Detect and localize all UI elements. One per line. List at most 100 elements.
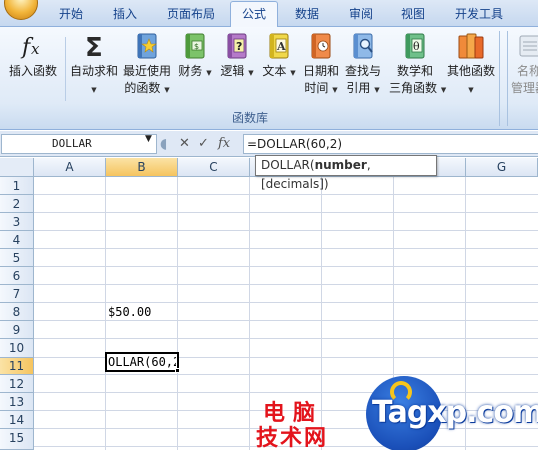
watermark-text-line2: 技术网 [256,426,329,450]
row-header-12[interactable]: 12 [0,375,34,393]
svg-text:$: $ [194,42,199,51]
tooltip-function-name[interactable]: DOLLAR( [261,158,315,172]
svg-text:A: A [276,40,286,53]
dropdown-arrow-icon: ▼ [290,69,296,77]
column-header-a[interactable]: A [34,158,106,177]
book-star-icon [137,33,157,59]
book-theta-icon: θ [405,33,425,59]
active-cell-b11[interactable]: OLLAR(60,2 [105,352,179,372]
math-trig-label-1: 数学和 [396,64,433,78]
dropdown-arrow-icon: ▼ [206,69,212,77]
name-manager-label-2: 管理器 [510,81,538,95]
tab-data[interactable]: 数据 [286,3,328,27]
text-functions-button[interactable]: A 文本 ▼ [260,31,298,82]
gridline [34,194,538,195]
sigma-icon: Σ [85,33,103,61]
gridline [34,392,538,393]
watermark-domain: Tagxp.com [372,395,538,430]
fill-handle[interactable] [175,368,180,373]
more-functions-label: 其他函数 [446,64,495,78]
office-button[interactable] [4,0,38,20]
tab-view[interactable]: 视图 [392,3,434,27]
fx-icon: f x [20,35,40,60]
tab-formulas[interactable]: 公式 [230,1,278,28]
dropdown-arrow-icon: ▼ [91,86,97,94]
tab-developer[interactable]: 开发工具 [446,3,512,27]
dropdown-arrow-icon: ▼ [374,86,380,94]
ribbon-formulas-panel: f x 插入函数 Σ 自动求和 ▼ 最近使用 的函数 ▼ $ 财务 ▼ ? 逻辑… [0,27,538,130]
row-header-5[interactable]: 5 [0,249,34,267]
row-header-3[interactable]: 3 [0,213,34,231]
row-header-8[interactable]: 8 [0,303,34,321]
book-magnifier-icon [353,33,373,59]
financial-button[interactable]: $ 财务 ▼ [176,31,214,82]
gridline [34,248,538,249]
name-box-dropdown-icon[interactable]: ▼ [145,134,152,144]
resize-grip-icon: ◖ [160,136,168,152]
tab-insert[interactable]: 插入 [104,3,146,27]
row-header-2[interactable]: 2 [0,195,34,213]
logical-label: 逻辑 [220,64,245,78]
svg-text:θ: θ [413,40,420,53]
row-header-14[interactable]: 14 [0,411,34,429]
select-all-corner[interactable] [0,158,34,177]
column-header-c[interactable]: C [178,158,250,177]
formula-input[interactable]: =DOLLAR(60,2) [243,134,538,154]
math-trig-button[interactable]: θ 数学和 三角函数 ▼ [389,31,446,99]
function-library-group-label: 函数库 [231,111,268,125]
text-functions-label: 文本 [262,64,287,78]
insert-function-label: 插入函数 [8,64,57,78]
recently-used-button[interactable]: 最近使用 的函数 ▼ [121,31,173,99]
more-functions-button[interactable]: 其他函数 ▼ [445,31,497,99]
column-header-b[interactable]: B [106,158,178,177]
gridline [34,338,538,339]
row-header-1[interactable]: 1 [0,177,34,195]
row-header-11[interactable]: 11 [0,358,34,375]
cancel-entry-icon[interactable]: ✕ [179,134,190,154]
row-header-6[interactable]: 6 [0,267,34,285]
row-header-13[interactable]: 13 [0,393,34,411]
cell-b8[interactable]: $50.00 [108,303,178,321]
name-manager-button[interactable]: 名称 管理器 [509,31,538,97]
formula-tools: ◖ ✕ ✓ fx [160,134,242,154]
logical-button[interactable]: ? 逻辑 ▼ [218,31,256,82]
tab-review[interactable]: 审阅 [340,3,382,27]
insert-function-button[interactable]: f x 插入函数 [3,31,63,80]
financial-label: 财务 [178,64,203,78]
lookup-reference-label-2: 引用 [346,81,371,95]
column-header-g[interactable]: G [466,158,538,177]
date-time-button[interactable]: 日期和 时间 ▼ [301,31,341,99]
gridline [34,284,538,285]
row-header-9[interactable]: 9 [0,321,34,339]
name-manager-label-1: 名称 [516,64,538,78]
function-argument-tooltip: DOLLAR(number, [decimals]) [255,155,437,191]
gridline [249,177,250,450]
book-clock-icon [311,33,331,59]
gridline [34,230,538,231]
row-header-15[interactable]: 15 [0,429,34,450]
enter-entry-icon[interactable]: ✓ [198,134,209,154]
autosum-button[interactable]: Σ 自动求和 ▼ [68,31,120,99]
name-manager-icon [519,35,538,57]
insert-function-fx-icon[interactable]: fx [218,134,230,154]
ribbon-divider [65,37,66,101]
dropdown-arrow-icon: ▼ [164,86,170,94]
math-trig-label-2: 三角函数 [389,81,438,95]
name-box[interactable]: DOLLAR [1,134,157,154]
tab-home[interactable]: 开始 [50,3,92,27]
gridline [105,177,106,450]
recently-used-label-1: 最近使用 [122,64,171,78]
lookup-reference-button[interactable]: 查找与 引用 ▼ [342,31,384,99]
svg-text:x: x [31,40,40,58]
row-header-4[interactable]: 4 [0,231,34,249]
tooltip-current-argument[interactable]: number [315,158,367,172]
dropdown-arrow-icon: ▼ [468,86,474,94]
ribbon-group-separator [507,31,508,126]
dropdown-arrow-icon: ▼ [248,69,254,77]
active-cell-editor[interactable]: OLLAR(60,2 [108,354,176,370]
tab-page-layout[interactable]: 页面布局 [158,3,224,27]
row-header-10[interactable]: 10 [0,339,34,358]
books-icon [458,33,484,59]
row-header-7[interactable]: 7 [0,285,34,303]
recently-used-label-2: 的函数 [124,81,161,95]
